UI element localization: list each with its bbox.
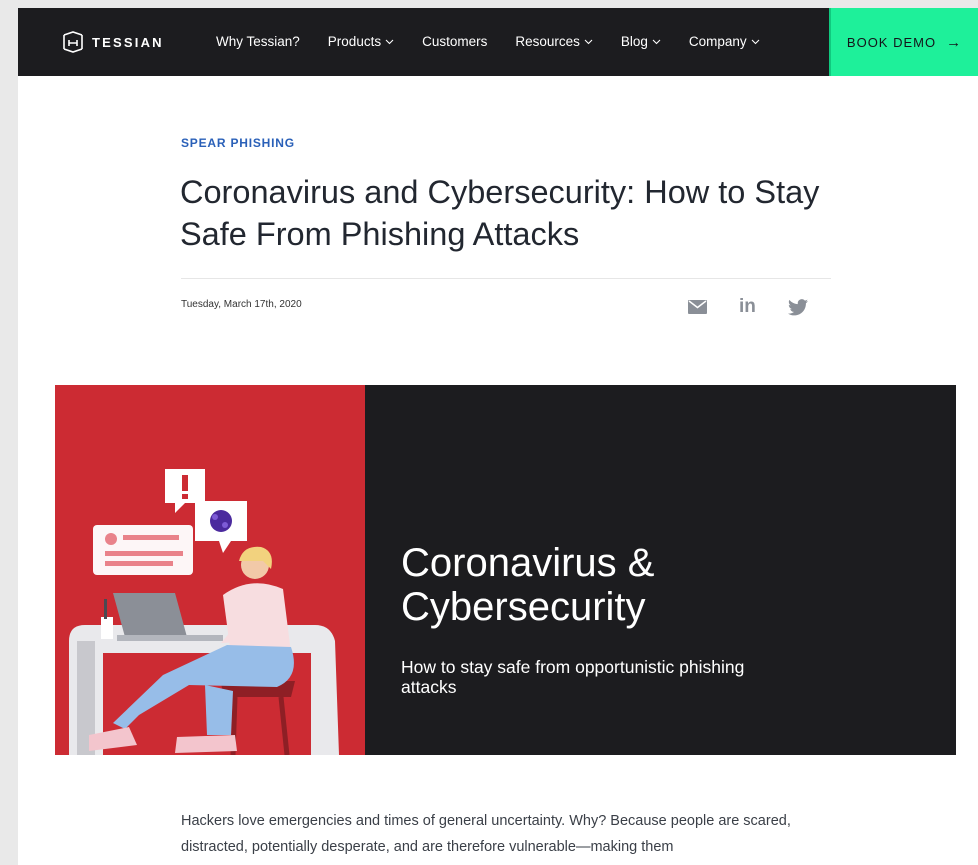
share-email-button[interactable]: [688, 300, 707, 314]
nav-links: Why Tessian? Products Customers Resource…: [216, 34, 788, 49]
twitter-icon: [787, 298, 808, 315]
article-title: Coronavirus and Cybersecurity: How to St…: [180, 174, 820, 252]
chevron-down-icon: [751, 39, 760, 44]
nav-label: Blog: [620, 34, 648, 49]
nav-label: Company: [688, 34, 747, 49]
book-demo-button[interactable]: BOOK DEMO →: [829, 8, 978, 76]
logo-text: TESSIAN: [92, 34, 164, 50]
chevron-down-icon: [385, 39, 394, 44]
tessian-logo-icon: [63, 31, 83, 53]
divider: [181, 278, 831, 279]
article-body: Hackers love emergencies and times of ge…: [181, 813, 791, 855]
mail-icon: [688, 300, 707, 314]
hero-heading: Coronavirus & Cybersecurity: [401, 541, 655, 629]
hero-image: Coronavirus & Cybersecurity How to stay …: [55, 385, 956, 755]
nav-products[interactable]: Products: [328, 34, 394, 49]
nav-label: Customers: [422, 34, 488, 49]
nav-resources[interactable]: Resources: [515, 34, 593, 49]
nav-blog[interactable]: Blog: [621, 34, 661, 49]
person-at-laptop-illustration: [69, 469, 339, 755]
nav-label: Resources: [515, 34, 580, 49]
nav-label: Why Tessian?: [216, 34, 300, 49]
chevron-down-icon: [652, 39, 661, 44]
share-linkedin-button[interactable]: in: [739, 296, 756, 318]
nav-label: Products: [327, 34, 382, 49]
hero-subheading: How to stay safe from opportunistic phis…: [401, 657, 745, 697]
arrow-right-icon: →: [946, 33, 963, 51]
nav-why-tessian[interactable]: Why Tessian?: [216, 34, 300, 49]
share-twitter-button[interactable]: [787, 298, 808, 316]
page: TESSIAN Why Tessian? Products Customers …: [18, 8, 978, 865]
linkedin-icon: in: [739, 296, 756, 317]
nav-customers[interactable]: Customers: [422, 34, 487, 49]
hero-illustration: [55, 385, 365, 755]
nav-company[interactable]: Company: [689, 34, 760, 49]
article-date: Tuesday, March 17th, 2020: [181, 299, 302, 310]
chevron-down-icon: [584, 39, 593, 44]
top-nav: TESSIAN Why Tessian? Products Customers …: [18, 8, 978, 76]
logo[interactable]: TESSIAN: [62, 31, 164, 53]
book-demo-label: BOOK DEMO: [846, 34, 937, 50]
article-category[interactable]: SPEAR PHISHING: [181, 136, 295, 150]
share-buttons: in: [688, 296, 808, 318]
